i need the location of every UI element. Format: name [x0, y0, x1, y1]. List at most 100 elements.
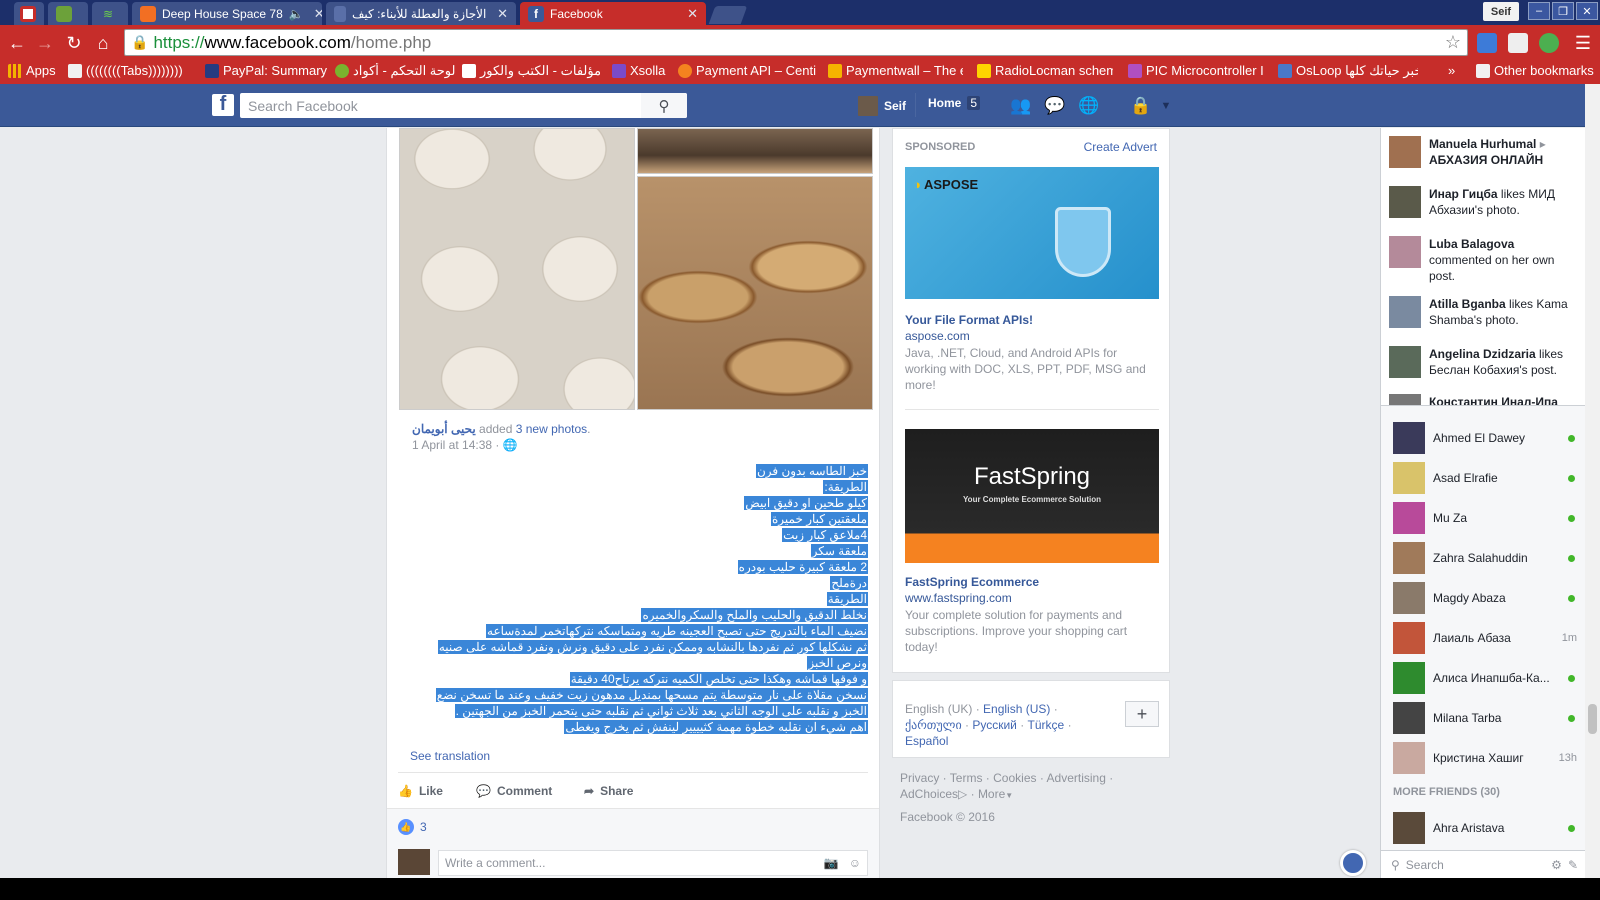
- home-link[interactable]: Home 5: [928, 96, 981, 110]
- bookmark-control-panel[interactable]: لوحة التحكم - أكواد: [335, 63, 455, 79]
- minimize-icon[interactable]: –: [1528, 2, 1550, 20]
- tab-rt[interactable]: [48, 2, 88, 25]
- bookmark-other[interactable]: Other bookmarks: [1476, 63, 1594, 78]
- photos-link[interactable]: 3 new photos: [516, 422, 587, 436]
- close-window-icon[interactable]: ✕: [1576, 2, 1598, 20]
- notifications-globe-icon[interactable]: 🌐: [1078, 96, 1100, 116]
- chat-search-input[interactable]: ⚲ Search ⚙ ✎: [1381, 850, 1586, 878]
- home-icon[interactable]: ⌂: [92, 32, 114, 54]
- post-photo-dough[interactable]: [399, 128, 635, 410]
- ticker-item[interactable]: Инар Гицба likes МИД Абхазии's photo.: [1389, 186, 1579, 218]
- ad-url[interactable]: www.fastspring.com: [905, 591, 1012, 605]
- comment-input[interactable]: Write a comment... 📷 ☺: [438, 850, 868, 876]
- tab-vk[interactable]: [14, 2, 44, 25]
- close-tab-icon[interactable]: ✕: [687, 6, 698, 22]
- globe-extension-icon[interactable]: [1539, 33, 1559, 53]
- star-icon[interactable]: ☆: [1445, 32, 1461, 53]
- chat-friend[interactable]: Mu Za: [1393, 500, 1583, 536]
- tab-facebook[interactable]: f Facebook ✕: [520, 2, 706, 25]
- globe-icon[interactable]: [1340, 850, 1366, 876]
- bookmark-paymentwall[interactable]: Paymentwall – The e: [828, 63, 963, 78]
- ad-title[interactable]: Your File Format APIs!: [905, 313, 1033, 327]
- ad-title[interactable]: FastSpring Ecommerce: [905, 575, 1039, 589]
- close-tab-icon[interactable]: ✕: [314, 6, 322, 22]
- ticker-item[interactable]: Manuela Hurhumal ▸ АБХАЗИЯ ОНЛАЙН: [1389, 136, 1579, 168]
- terms-link[interactable]: Terms: [950, 771, 983, 785]
- post-author-link[interactable]: يحيى أبويمان: [412, 422, 476, 436]
- see-translation-link[interactable]: See translation: [410, 749, 490, 763]
- ticker-item[interactable]: Atilla Bganba likes Kama Shamba's photo.: [1389, 296, 1579, 328]
- tab-arabic-article[interactable]: الأجازة والعطلة للأبناء: كيف ✕: [326, 2, 516, 25]
- forward-icon[interactable]: →: [34, 32, 56, 54]
- reload-icon[interactable]: ↻: [63, 32, 85, 54]
- advertising-link[interactable]: Advertising: [1047, 771, 1106, 785]
- adchoices-link[interactable]: AdChoices: [900, 787, 958, 801]
- chat-friend[interactable]: Лаиаль Абаза 1m: [1393, 620, 1583, 656]
- bookmark-pic[interactable]: PIC Microcontroller I: [1128, 63, 1266, 78]
- fastspring-ad-image[interactable]: FastSpring Your Complete Ecommerce Solut…: [905, 429, 1159, 563]
- facebook-logo-icon[interactable]: f: [212, 93, 234, 116]
- chat-friend[interactable]: Zahra Salahuddin: [1393, 540, 1583, 576]
- language-link[interactable]: Русский: [972, 718, 1017, 732]
- scrollbar-thumb[interactable]: [1588, 704, 1597, 734]
- comment-button[interactable]: 💬 Comment: [476, 784, 552, 798]
- ad-url[interactable]: aspose.com: [905, 329, 970, 343]
- bookmarks-overflow-chevron-icon[interactable]: »: [1448, 63, 1455, 78]
- new-tab-button[interactable]: [708, 6, 748, 24]
- ticker-item[interactable]: Константин Инал-Ипа: [1389, 394, 1579, 405]
- menu-icon[interactable]: ☰: [1572, 32, 1594, 54]
- create-advert-link[interactable]: Create Advert: [1084, 140, 1157, 154]
- bookmark-tabs-folder[interactable]: ((((((((Tabs)))))))): [68, 63, 193, 78]
- profile-link[interactable]: Seif: [858, 96, 906, 116]
- search-icon[interactable]: ⚲: [641, 93, 687, 118]
- messages-icon[interactable]: 💬: [1044, 96, 1066, 116]
- bookmark-paypal[interactable]: PayPal: Summary: [205, 63, 327, 78]
- close-tab-icon[interactable]: ✕: [497, 6, 508, 22]
- aspose-ad-image[interactable]: ◑ ASPOSE: [905, 167, 1159, 299]
- bookmark-apps[interactable]: Apps: [8, 63, 56, 78]
- ticker-item[interactable]: Angelina Dzidzaria likes Беслан Кобахия'…: [1389, 346, 1579, 378]
- cookies-link[interactable]: Cookies: [993, 771, 1036, 785]
- back-icon[interactable]: ←: [6, 32, 28, 54]
- like-summary[interactable]: 👍 3: [398, 819, 427, 835]
- chat-friend[interactable]: Magdy Abaza: [1393, 580, 1583, 616]
- post-photo-bread[interactable]: [637, 176, 873, 410]
- bookmark-osloop[interactable]: OsLoop خبر حياتك كلها: [1278, 63, 1418, 79]
- bookmark-payment-api[interactable]: Payment API – Centi: [678, 63, 816, 78]
- translate-extension-icon[interactable]: [1477, 33, 1497, 53]
- emoji-icon[interactable]: ☺: [849, 856, 861, 870]
- cube-extension-icon[interactable]: [1508, 33, 1528, 53]
- chat-friend[interactable]: Asad Elrafie: [1393, 460, 1583, 496]
- address-bar[interactable]: 🔒 https://www.facebook.com/home.php ☆: [124, 29, 1468, 56]
- chat-friend[interactable]: Ahra Aristava: [1393, 810, 1583, 846]
- tab-wifi[interactable]: ≋: [92, 2, 128, 25]
- post-photo-pan[interactable]: [637, 128, 873, 174]
- gear-icon[interactable]: ⚙: [1551, 858, 1562, 872]
- language-link[interactable]: English (US): [983, 702, 1050, 716]
- restore-icon[interactable]: ❐: [1552, 2, 1574, 20]
- share-button[interactable]: ➦ Share: [584, 784, 633, 798]
- ticker-item[interactable]: Luba Balagova commented on her own post.: [1389, 236, 1579, 284]
- camera-icon[interactable]: 📷: [824, 856, 839, 870]
- chat-friend[interactable]: Кристина Хашиг 13h: [1393, 740, 1583, 776]
- language-link[interactable]: Türkçe: [1028, 718, 1065, 732]
- language-link[interactable]: ქართული: [905, 718, 962, 732]
- chat-friend[interactable]: Алиса Инапшба-Ка...: [1393, 660, 1583, 696]
- more-link[interactable]: More: [978, 787, 1005, 801]
- search-input[interactable]: Search Facebook: [240, 93, 687, 118]
- bookmark-books[interactable]: مؤلفات - الكتب والكور: [462, 63, 600, 79]
- like-button[interactable]: 👍 Like: [398, 784, 443, 798]
- bookmark-xsolla[interactable]: Xsolla: [612, 63, 672, 78]
- privacy-link[interactable]: Privacy: [900, 771, 939, 785]
- profile-badge[interactable]: Seif: [1483, 2, 1519, 21]
- friend-requests-icon[interactable]: 👥: [1010, 96, 1032, 116]
- tab-deep-house[interactable]: Deep House Space 78 🔈 ✕: [132, 2, 322, 25]
- language-link[interactable]: Español: [905, 734, 948, 748]
- chat-friend[interactable]: Milana Tarba: [1393, 700, 1583, 736]
- add-language-button[interactable]: +: [1125, 701, 1159, 727]
- post-timestamp[interactable]: 1 April at 14:38 · 🌐: [412, 438, 518, 452]
- privacy-shortcuts-icon[interactable]: 🔒: [1130, 96, 1152, 116]
- account-chevron-down-icon[interactable]: ▼: [1155, 96, 1177, 116]
- compose-icon[interactable]: ✎: [1568, 858, 1578, 872]
- page-scrollbar[interactable]: [1585, 84, 1600, 878]
